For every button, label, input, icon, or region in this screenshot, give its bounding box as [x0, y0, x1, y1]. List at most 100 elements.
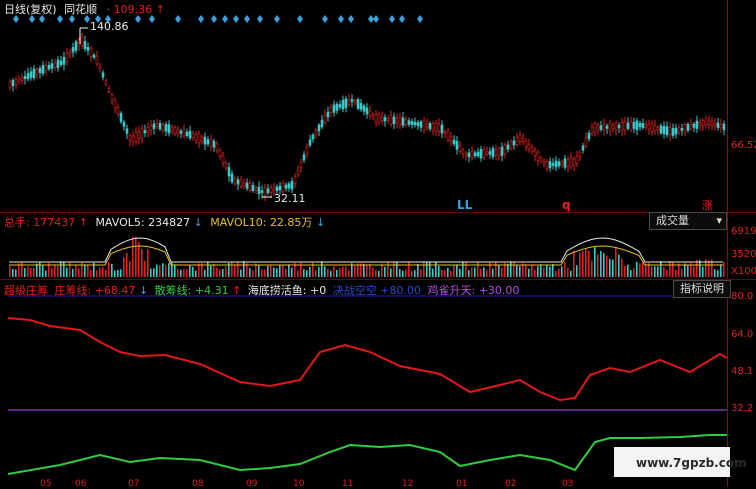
x-axis-label: 06: [75, 479, 87, 489]
candle-body: [149, 125, 153, 131]
x-axis-label: 03: [562, 479, 574, 489]
candle-body: [74, 41, 78, 51]
candle-body: [176, 129, 180, 134]
candle-body: [203, 136, 207, 145]
volume-bar: [12, 268, 14, 277]
volume-bar: [84, 264, 86, 277]
volume-bar: [675, 269, 677, 277]
volume-bar: [528, 268, 530, 277]
volume-bar: [546, 264, 548, 277]
panel-separator: [0, 212, 756, 213]
candle-body: [413, 121, 417, 126]
volume-bar: [354, 265, 356, 277]
candle-body: [188, 130, 192, 139]
candle-body: [713, 122, 717, 127]
volume-bar: [399, 269, 401, 277]
volume-bar: [210, 265, 212, 277]
volume-bar: [483, 267, 485, 277]
volume-bar: [513, 261, 515, 277]
signal-diamond: [338, 15, 344, 23]
volume-bar: [432, 268, 434, 277]
volume-bar: [654, 266, 656, 277]
candle-body: [470, 151, 474, 158]
chart-canvas[interactable]: [0, 0, 756, 487]
indicator-help-button[interactable]: 指标说明: [673, 280, 731, 298]
volume-bar: [30, 268, 32, 277]
candle-body: [257, 186, 261, 195]
price-arrow-icon: ↑: [155, 3, 165, 16]
volume-bar: [63, 261, 65, 277]
candle-body: [68, 52, 72, 55]
indicator-panel-header: 超级庄筹 庄筹线: +68.47 ↓ 散筹线: +4.31 ↑ 海底捞活鱼: +…: [4, 282, 519, 298]
candle-body: [689, 124, 693, 129]
volume-bar: [696, 260, 698, 277]
volume-bar: [24, 268, 26, 277]
x-axis-label: 07: [128, 479, 140, 489]
candle-body: [167, 124, 171, 134]
candle-body: [302, 154, 306, 161]
volume-bar: [498, 265, 500, 277]
candle-body: [377, 113, 381, 123]
candle-body: [29, 71, 33, 78]
hai-label: 海底捞活鱼:: [247, 284, 307, 297]
volume-bar: [369, 263, 371, 277]
candle-body: [653, 125, 657, 131]
candle-body: [41, 64, 45, 74]
volume-bar: [381, 263, 383, 277]
candle-body: [344, 98, 348, 108]
signal-diamond: [244, 15, 250, 23]
candle-body: [647, 124, 651, 130]
indicator-dropdown[interactable]: 成交量 ▾: [649, 212, 727, 230]
ind-axis-80: 80.0: [731, 291, 754, 302]
volume-bar: [123, 257, 125, 277]
candle-body: [719, 124, 723, 129]
volume-bar: [219, 269, 221, 277]
candle-body: [512, 140, 516, 146]
candle-body: [11, 80, 15, 87]
candle-body: [422, 120, 426, 130]
volume-bar: [510, 261, 512, 277]
volume-bar: [666, 269, 668, 277]
candle-body: [161, 123, 165, 131]
volume-bar: [288, 264, 290, 277]
volume-bar: [9, 266, 11, 277]
candle-body: [665, 126, 669, 136]
volume-bar: [132, 236, 134, 277]
candle-body: [707, 120, 711, 126]
candle-body: [80, 36, 84, 46]
candle-body: [218, 149, 222, 157]
vol-axis-label-mid: 3520: [731, 249, 756, 260]
volume-bar: [426, 261, 428, 277]
candle-body: [458, 145, 462, 152]
candle-body: [416, 122, 420, 126]
price-candles: [8, 32, 726, 201]
volume-bar: [306, 270, 308, 277]
volume-bar: [687, 264, 689, 277]
ji-label: 鸡雀升天:: [427, 284, 476, 297]
mavol5-label: MAVOL5:: [95, 216, 145, 229]
candle-body: [26, 73, 30, 79]
jue-label: 决战空空: [332, 284, 377, 297]
candle-body: [452, 139, 456, 145]
candle-body: [137, 131, 141, 139]
candle-body: [596, 124, 600, 132]
volume-bar: [588, 251, 590, 277]
candle-body: [197, 133, 201, 143]
volume-bar: [597, 254, 599, 277]
candle-body: [449, 136, 453, 142]
volume-bar: [129, 261, 131, 277]
candle-body: [347, 99, 351, 105]
candle-body: [716, 122, 720, 128]
candle-body: [314, 130, 318, 135]
candle-body: [221, 155, 225, 164]
candle-body: [554, 160, 558, 168]
mavol10-value: 22.85万: [269, 216, 313, 229]
volume-bar: [570, 270, 572, 277]
ind-axis-64: 64.0: [731, 329, 754, 340]
hai-value: +0: [310, 284, 327, 297]
candle-body: [710, 121, 714, 126]
mavol5-arrow-icon: ↓: [193, 216, 203, 229]
volume-bar: [408, 262, 410, 277]
volume-bar: [375, 270, 377, 277]
candle-body: [671, 128, 675, 136]
